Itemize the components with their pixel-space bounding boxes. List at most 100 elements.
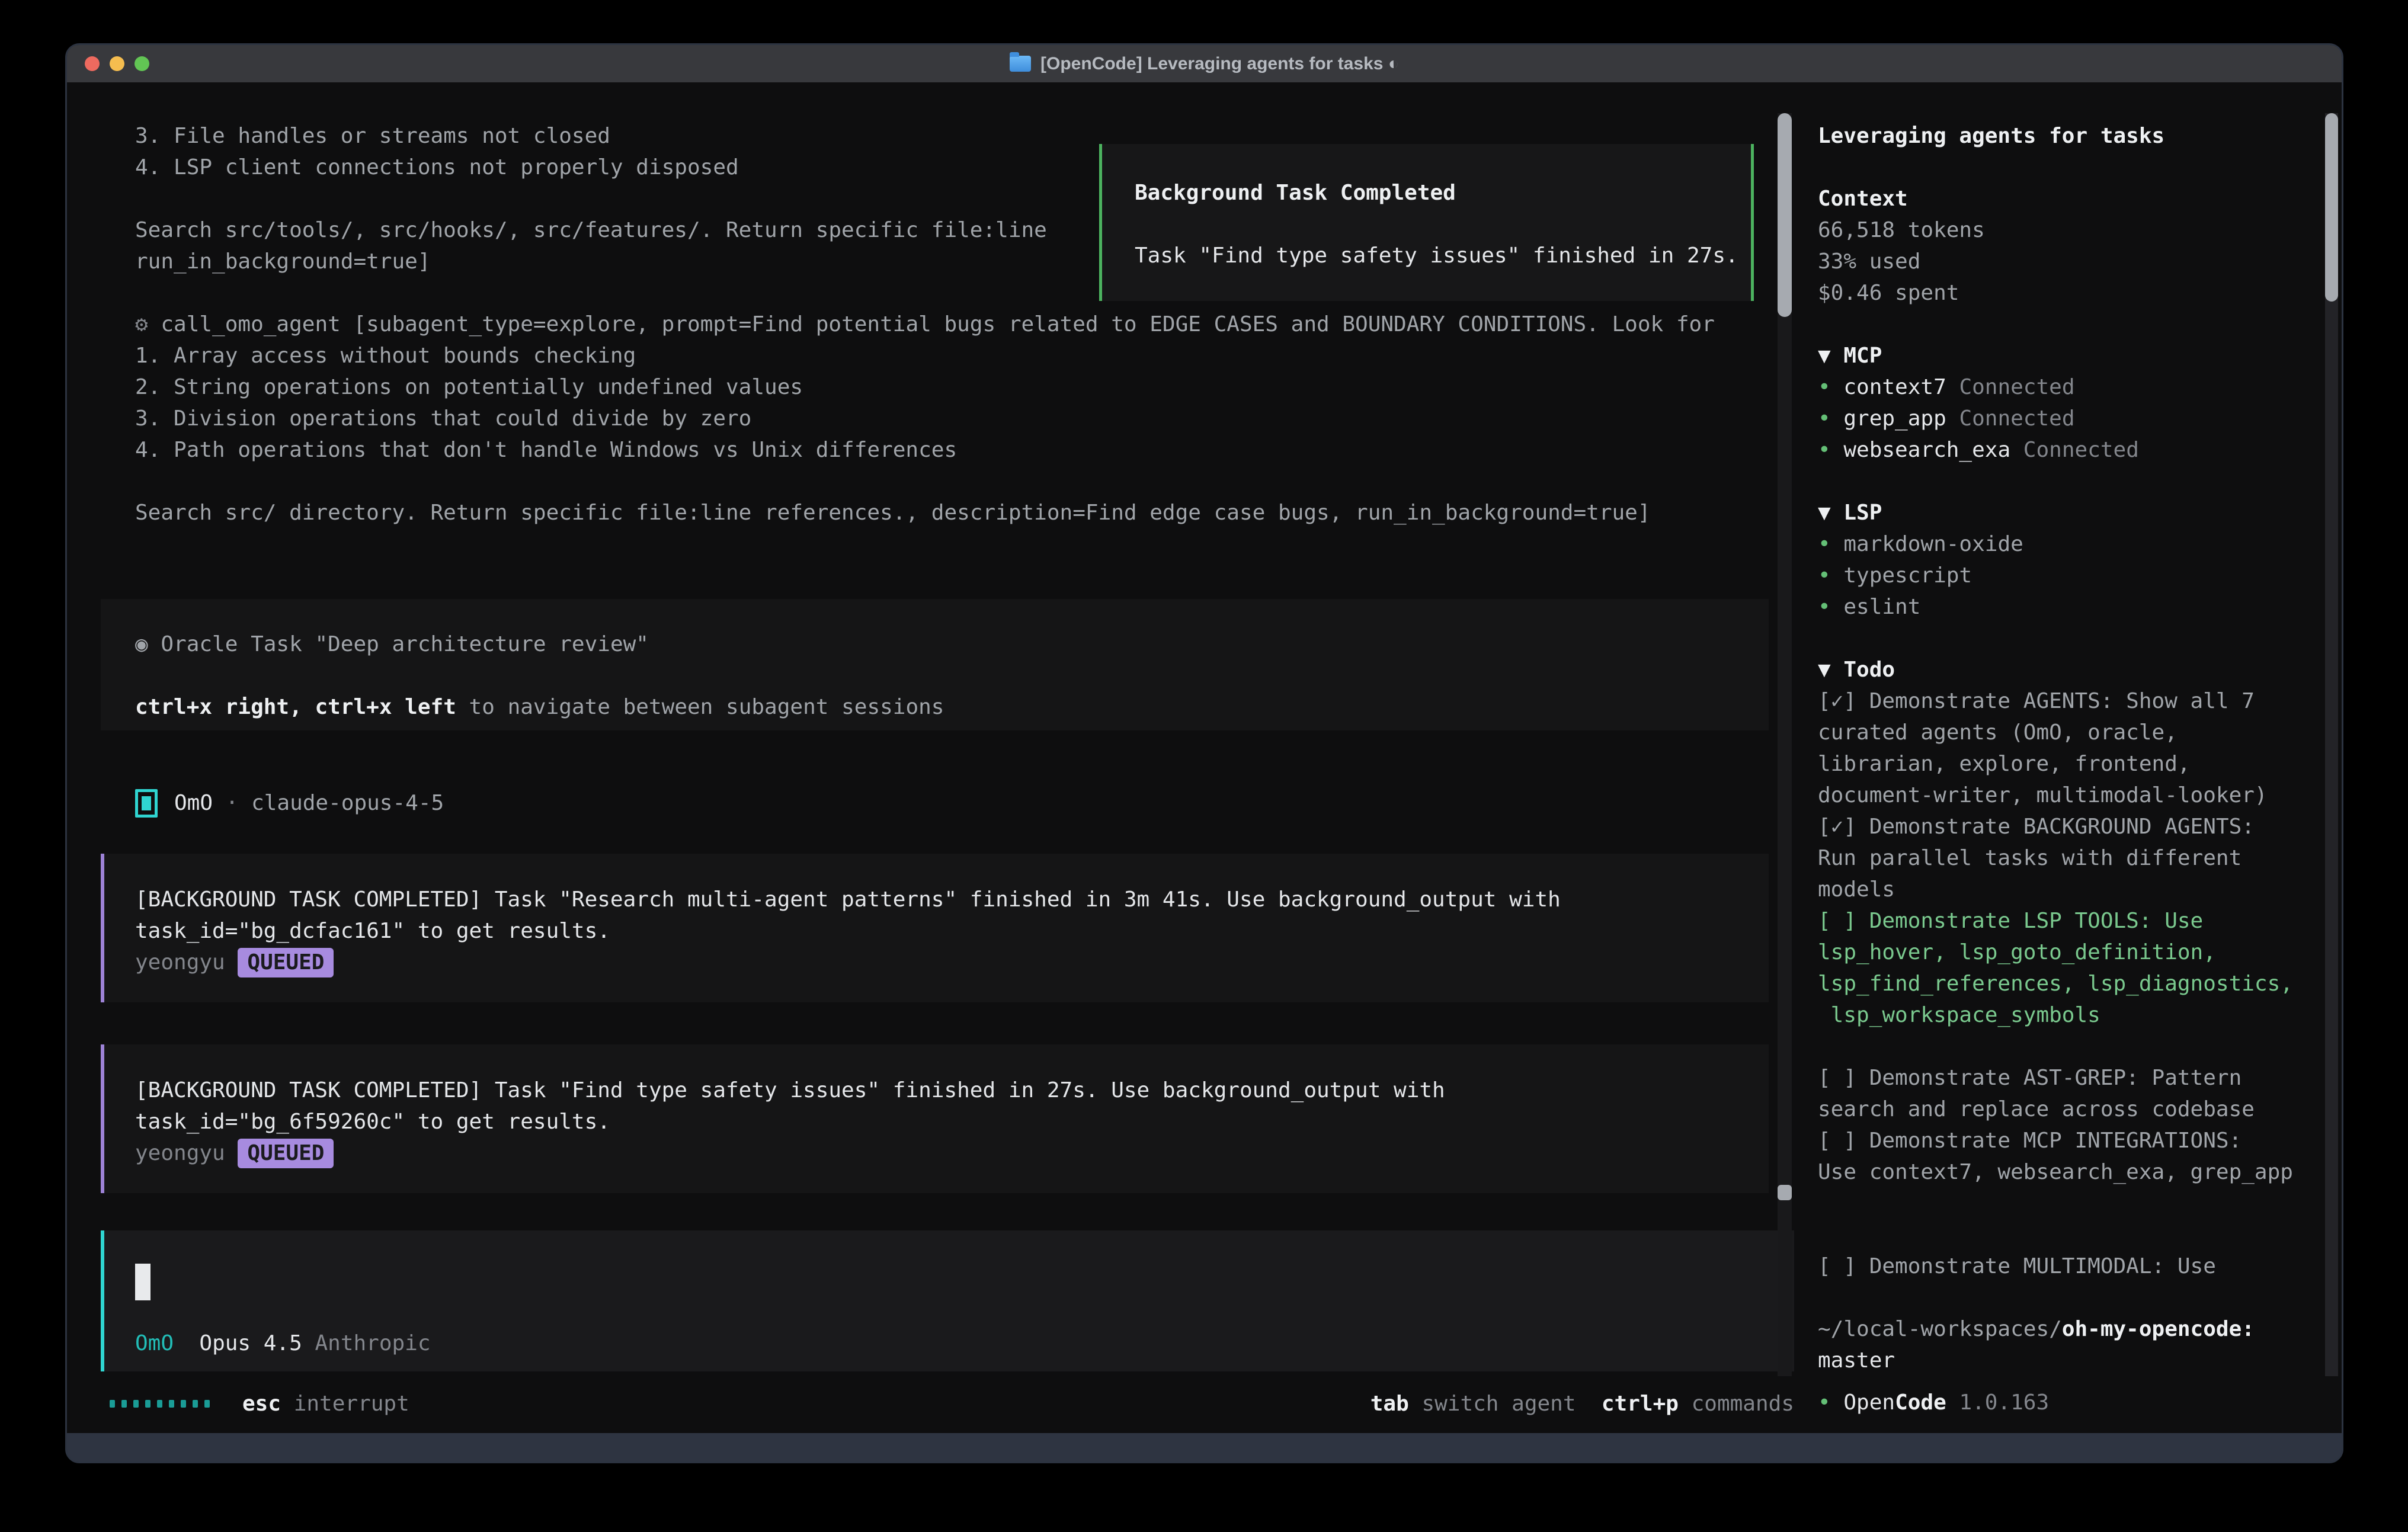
main-scrollbar[interactable] [1778,113,1792,1376]
text-segment: · [213,791,251,815]
text-segment: yeongyu [135,1141,238,1165]
folder-icon [1010,56,1031,72]
text-segment: eslint [1843,595,1920,619]
main-scrollbar-thumb[interactable] [1778,113,1792,317]
card-line: task_id="bg_6f59260c" to get results. [135,1106,1769,1137]
text-segment: ~/local-workspaces/ [1818,1317,2062,1341]
card-line: [BACKGROUND TASK COMPLETED] Task "Find t… [135,1075,1769,1106]
text-segment: claude-opus-4-5 [251,791,444,815]
sidebar-scrollbar-thumb[interactable] [2325,113,2338,302]
prompt-input[interactable]: OmO Opus 4.5 Anthropic [101,1230,1794,1371]
window-title: [OpenCode] Leveraging agents for tasks ◐ [1040,54,1399,74]
text-segment: Context [1818,187,1908,211]
text-segment: $0.46 spent [1818,281,1959,305]
model-info-line: OmO Opus 4.5 Anthropic [135,1328,431,1359]
window-titlebar[interactable]: [OpenCode] Leveraging agents for tasks ◐ [67,45,2342,83]
sidebar: Leveraging agents for tasksContext66,518… [1801,82,2342,1433]
text-segment: • [1818,375,1843,399]
text-segment: lsp_hover, lsp_goto_definition, [1818,940,2216,964]
oracle-line [135,660,1769,691]
text-segment: typescript [1843,563,1972,588]
text-segment: Anthropic [315,1331,430,1355]
progress-dot [169,1400,174,1408]
bg-task-card-research[interactable]: [BACKGROUND TASK COMPLETED] Task "Resear… [101,854,1769,1002]
sidebar-line: • context7 Connected [1818,371,2293,403]
agent-icon-fill [142,796,151,810]
text-segment [174,1331,199,1355]
text-segment: • [1818,532,1843,556]
text-segment: to navigate between subagent sessions [456,695,944,719]
sidebar-line [1818,1219,2293,1251]
text-segment: models [1818,877,1895,902]
text-segment: websearch_exa [1843,438,2023,462]
progress-dot [204,1400,210,1408]
text-cursor [135,1264,150,1300]
text-segment: task_id="bg_6f59260c" to get results. [135,1110,610,1134]
sidebar-line: [ ] Demonstrate MCP INTEGRATIONS: [1818,1125,2293,1156]
progress-dot [110,1400,115,1408]
text-segment: lsp_find_references, lsp_diagnostics, [1818,972,2293,996]
text-segment: context7 [1843,375,1959,399]
agent-header-text: OmO · claude-opus-4-5 [174,787,444,819]
text-segment [302,1331,315,1355]
text-segment: document-writer, multimodal-looker) [1818,783,2268,807]
text-segment: 4. LSP client connections not properly d… [135,155,739,180]
status-hint: tab switch agent ctrl+p commands [1370,1388,1794,1419]
text-segment: interrupt [281,1392,409,1416]
bg-task-card-typesafety[interactable]: [BACKGROUND TASK COMPLETED] Task "Find t… [101,1044,1769,1193]
text-segment: • [1818,1390,1843,1415]
text-segment: call_omo_agent [subagent_type=explore, p… [161,312,1715,336]
sidebar-line: document-writer, multimodal-looker) [1818,780,2293,811]
progress-dot [121,1400,127,1408]
sidebar-line [1818,466,2293,497]
text-segment: switch agent [1409,1392,1602,1416]
card-line: yeongyu QUEUED [135,1137,1769,1169]
text-segment: Run parallel tasks with different [1818,846,2242,870]
text-segment: Search src/tools/, src/hooks/, src/featu… [135,218,1047,242]
main-scrollbar-segment[interactable] [1778,1185,1792,1200]
text-segment: 3. File handles or streams not closed [135,124,610,148]
sidebar-scrollbar[interactable] [2325,113,2338,1376]
text-segment: master [1818,1348,1895,1373]
agent-icon [135,789,158,818]
text-segment: Connected [1959,406,2074,431]
queued-badge: QUEUED [238,1139,334,1168]
text-segment: tab [1370,1392,1409,1416]
queued-badge: QUEUED [238,948,334,977]
text-segment: Use context7, websearch_exa, grep_app [1818,1160,2293,1184]
notification-toast[interactable]: Background Task Completed Task "Find typ… [1099,144,1754,301]
sidebar-line: lsp_find_references, lsp_diagnostics, [1818,968,2293,999]
text-segment: Connected [1959,375,2074,399]
text-segment: ⚙ [135,312,161,336]
sidebar-line [1818,1282,2293,1313]
text-segment: 1. Array access without bounds checking [135,344,636,368]
text-segment: OmO [174,791,213,815]
text-segment: run_in_background=true] [135,249,431,274]
terminal-line: 1. Array access without bounds checking [135,340,1715,371]
text-segment: esc [242,1392,281,1416]
oracle-task-panel[interactable]: ◉ Oracle Task "Deep architecture review"… [101,599,1769,730]
text-segment: 2. String operations on potentially unde… [135,375,803,399]
text-segment: ctrl+p [1602,1392,1679,1416]
sidebar-line [1818,1031,2293,1062]
text-segment: ctrl+x right, [135,695,302,719]
text-segment: ctrl+x left [315,695,456,719]
sidebar-line [1818,309,2293,340]
card-line: [BACKGROUND TASK COMPLETED] Task "Resear… [135,884,1769,915]
text-segment: [ ] Demonstrate MULTIMODAL: Use [1818,1254,2216,1278]
text-segment: [BACKGROUND TASK COMPLETED] Task "Find t… [135,1078,1445,1102]
sidebar-line: • markdown-oxide [1818,528,2293,560]
text-segment: [ ] Demonstrate AST-GREP: Pattern [1818,1066,2242,1090]
text-segment: grep_app [1843,406,1959,431]
sidebar-content: Leveraging agents for tasksContext66,518… [1818,120,2293,1376]
text-segment: • [1818,563,1843,588]
text-segment: [ ] Demonstrate LSP TOOLS: Use [1818,909,2203,933]
sidebar-line: curated agents (OmO, oracle, [1818,717,2293,748]
sidebar-line: [✓] Demonstrate BACKGROUND AGENTS: [1818,811,2293,842]
sidebar-line: [✓] Demonstrate AGENTS: Show all 7 [1818,685,2293,717]
status-left-text: esc interrupt [242,1388,409,1419]
sidebar-line: [ ] Demonstrate MULTIMODAL: Use [1818,1251,2293,1282]
text-segment: commands [1679,1392,1794,1416]
text-segment: [BACKGROUND TASK COMPLETED] Task "Resear… [135,887,1561,912]
sidebar-line: 33% used [1818,246,2293,277]
